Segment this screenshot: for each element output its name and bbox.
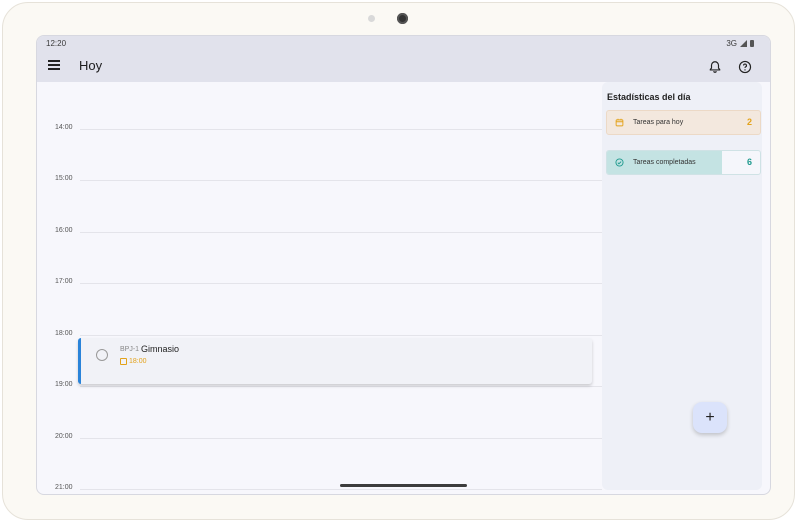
battery-icon bbox=[750, 40, 754, 47]
hour-divider bbox=[80, 232, 602, 233]
hour-row: 19:00 bbox=[37, 381, 602, 388]
calendar-clock-icon bbox=[120, 358, 127, 365]
screen: 12:20 3G Hoy 14:00 15:00 16:00 17:00 18:… bbox=[36, 35, 771, 495]
stat-value: 2 bbox=[746, 117, 752, 127]
task-code: BPJ-1 bbox=[120, 346, 140, 353]
sensor-dot bbox=[368, 15, 375, 22]
bell-icon[interactable] bbox=[708, 60, 722, 74]
front-camera bbox=[397, 13, 408, 24]
stat-value: 6 bbox=[746, 157, 752, 167]
hour-row: 20:00 bbox=[37, 433, 602, 440]
hour-divider bbox=[80, 129, 602, 130]
stat-label: Tareas completadas bbox=[633, 159, 696, 166]
hour-label: 18:00 bbox=[55, 330, 73, 337]
hour-divider bbox=[80, 283, 602, 284]
network-label: 3G bbox=[726, 39, 737, 48]
gesture-bar[interactable] bbox=[340, 484, 467, 487]
hour-row: 14:00 bbox=[37, 124, 602, 131]
task-time-label: 18:00 bbox=[129, 358, 147, 365]
add-task-button[interactable]: + bbox=[693, 402, 727, 433]
stat-tasks-today[interactable]: Tareas para hoy 2 bbox=[606, 110, 761, 135]
hour-divider bbox=[80, 335, 602, 336]
stat-label: Tareas para hoy bbox=[633, 119, 684, 126]
hour-label: 21:00 bbox=[55, 484, 73, 491]
hour-divider bbox=[80, 438, 602, 439]
hour-label: 19:00 bbox=[55, 381, 73, 388]
check-circle-icon bbox=[615, 158, 624, 167]
menu-icon[interactable] bbox=[48, 60, 60, 72]
day-timeline[interactable]: 14:00 15:00 16:00 17:00 18:00 19:00 20:0… bbox=[37, 82, 602, 494]
help-icon[interactable] bbox=[738, 60, 752, 74]
hour-row: 16:00 bbox=[37, 227, 602, 234]
app-bar: Hoy bbox=[37, 52, 770, 82]
hour-row: 18:00 bbox=[37, 330, 602, 337]
stats-title: Estadísticas del día bbox=[607, 92, 691, 102]
status-time: 12:20 bbox=[46, 39, 67, 48]
hour-divider bbox=[80, 489, 602, 490]
hour-divider bbox=[80, 180, 602, 181]
hour-label: 14:00 bbox=[55, 124, 73, 131]
status-indicators: 3G bbox=[726, 39, 754, 48]
tablet-frame: 12:20 3G Hoy 14:00 15:00 16:00 17:00 18:… bbox=[2, 2, 795, 520]
hour-label: 16:00 bbox=[55, 227, 73, 234]
task-name: Gimnasio bbox=[141, 344, 180, 354]
signal-icon bbox=[740, 40, 747, 47]
task-time: 18:00 bbox=[120, 358, 147, 365]
hour-label: 15:00 bbox=[55, 175, 73, 182]
hour-row: 21:00 bbox=[37, 484, 602, 491]
task-card[interactable]: BPJ-1 Gimnasio 18:00 bbox=[78, 338, 592, 384]
hour-row: 15:00 bbox=[37, 175, 602, 182]
hour-label: 20:00 bbox=[55, 433, 73, 440]
hour-row: 17:00 bbox=[37, 278, 602, 285]
calendar-icon bbox=[615, 118, 624, 127]
stats-panel: Estadísticas del día Tareas para hoy 2 T… bbox=[602, 82, 762, 490]
status-bar: 12:20 3G bbox=[37, 36, 770, 52]
hour-label: 17:00 bbox=[55, 278, 73, 285]
page-title: Hoy bbox=[79, 58, 103, 73]
stat-tasks-completed[interactable]: Tareas completadas 6 bbox=[606, 150, 761, 175]
task-complete-checkbox[interactable] bbox=[96, 349, 108, 361]
hour-divider bbox=[80, 386, 602, 387]
